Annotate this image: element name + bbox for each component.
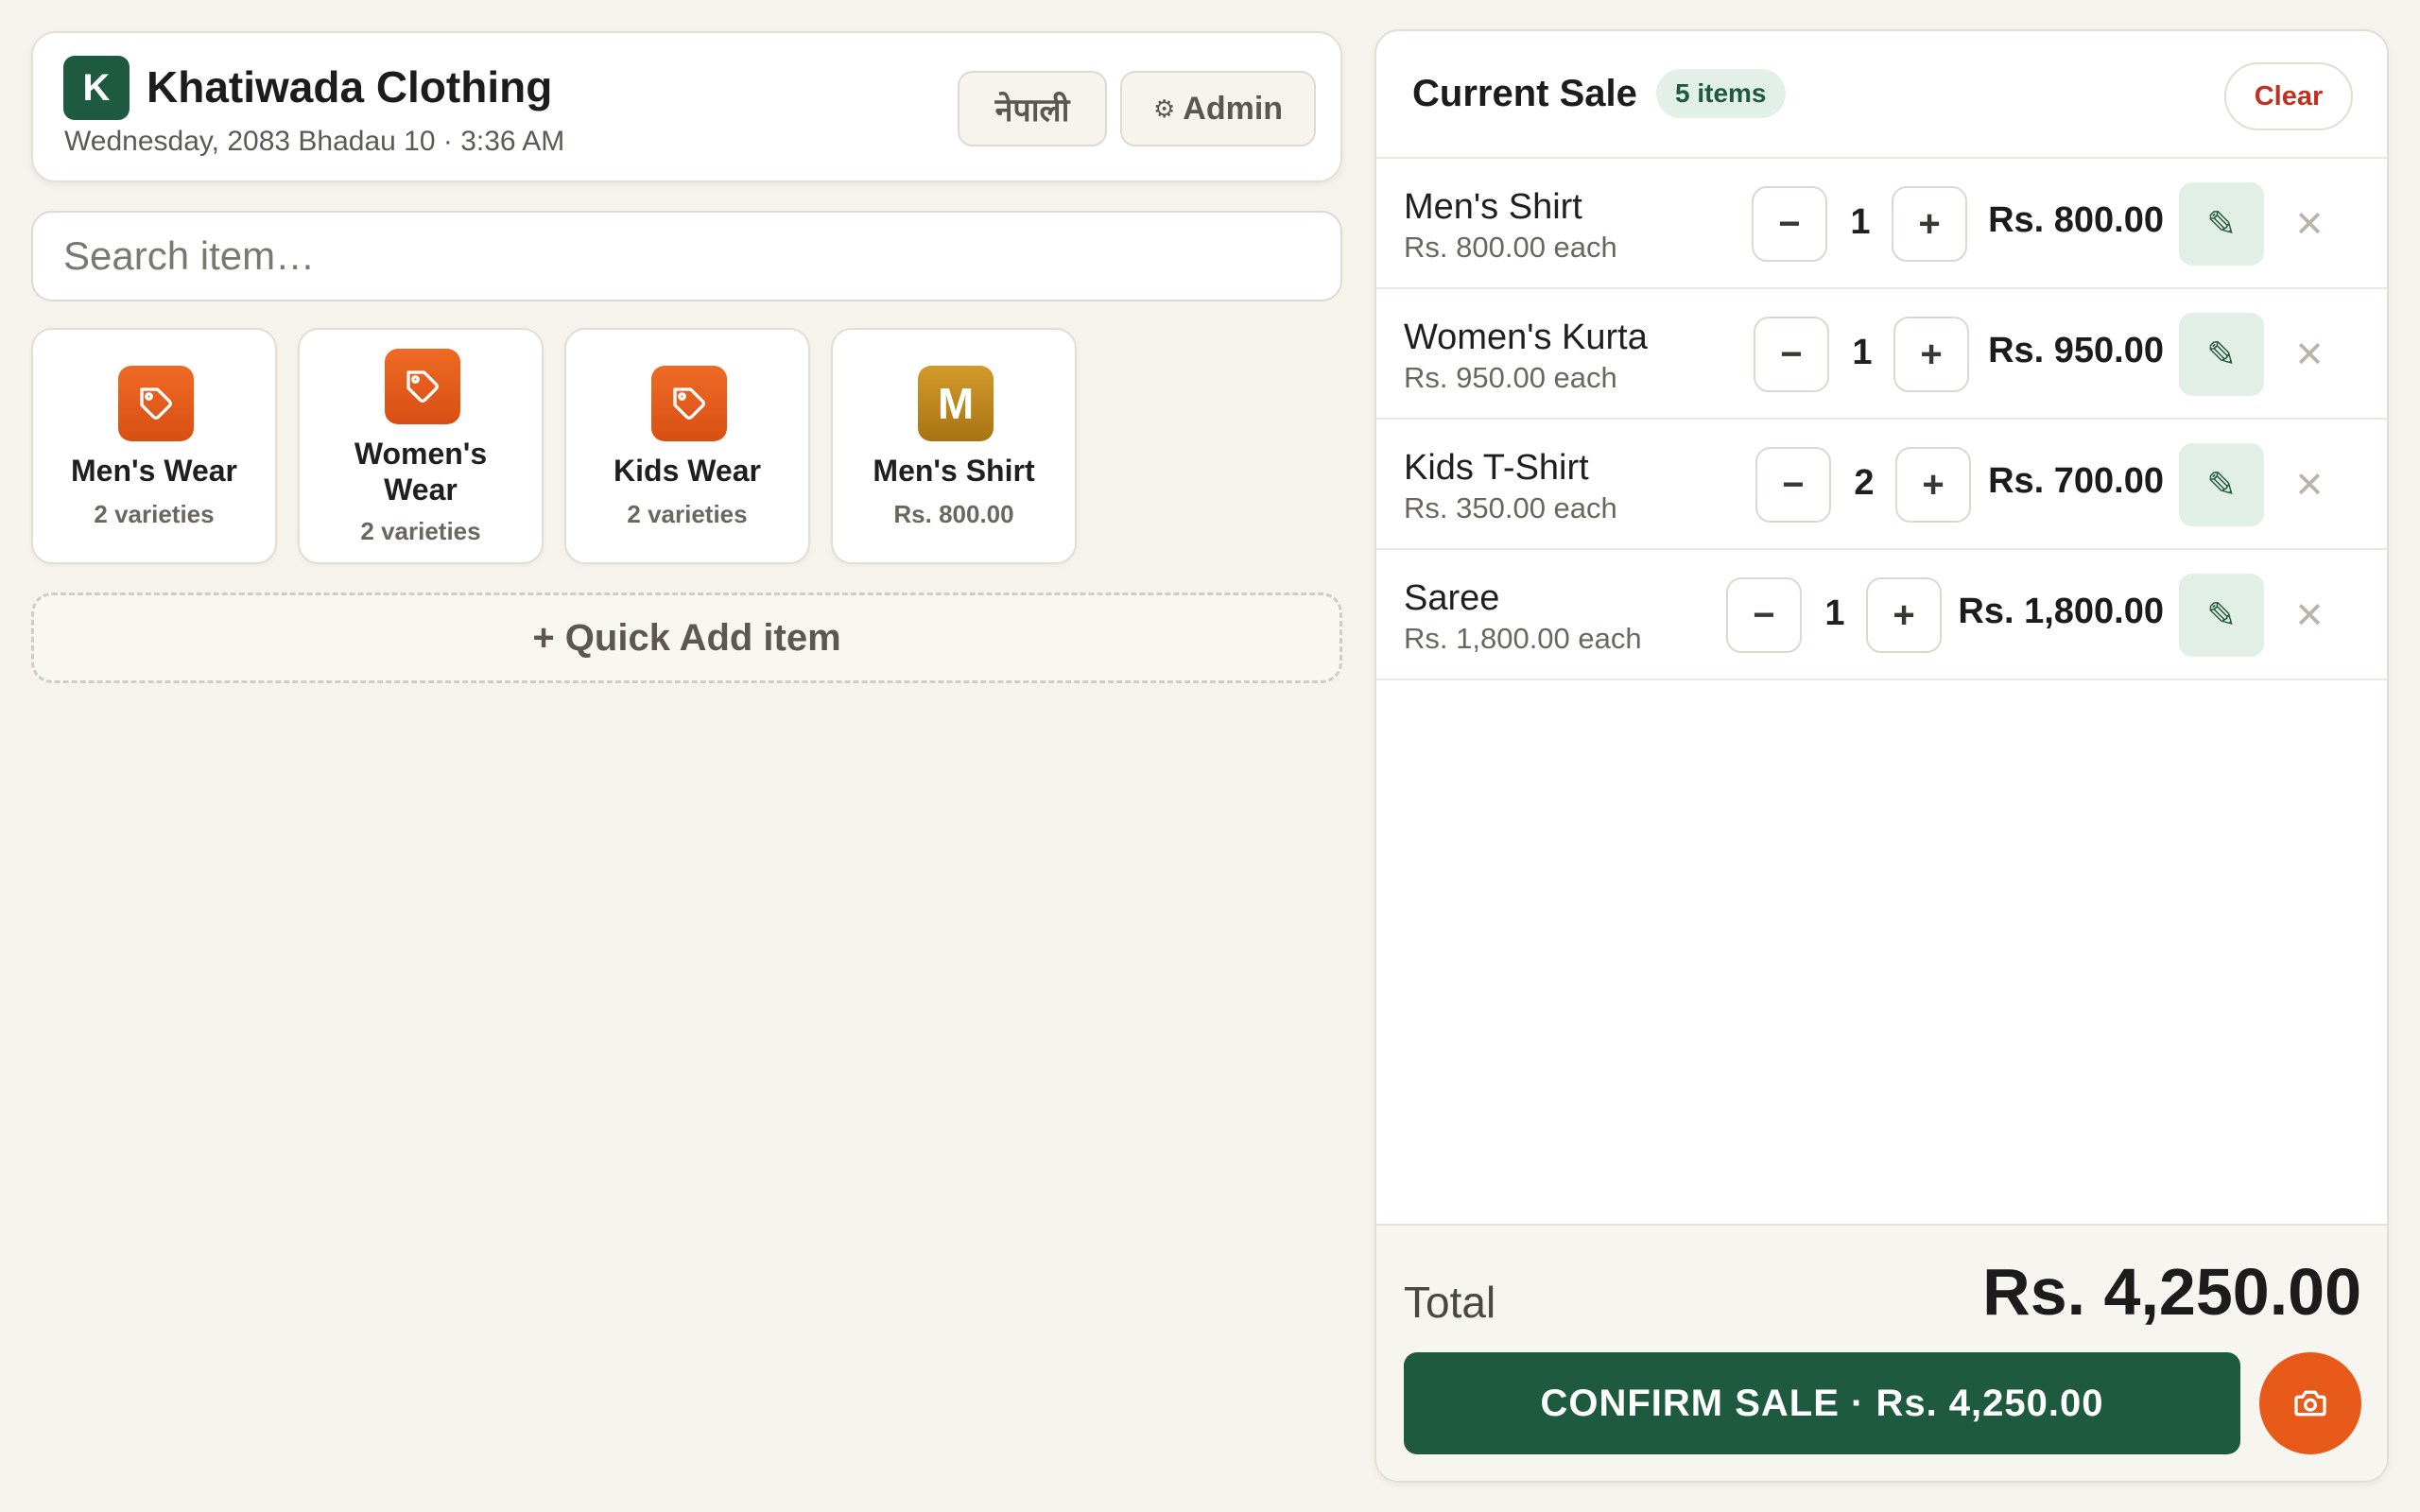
sale-header: Current Sale 5 items Clear: [1376, 31, 2387, 159]
category-tile-kids-wear[interactable]: Kids Wear 2 varieties: [564, 328, 810, 564]
total-value: Rs. 4,250.00: [1982, 1255, 2361, 1329]
tile-name: Men's Shirt: [873, 454, 1035, 488]
qty-value: 2: [1854, 463, 1875, 503]
row-unit-price: Rs. 350.00 each: [1404, 491, 1617, 524]
tile-subtitle: 2 varieties: [94, 500, 215, 528]
store-name: Khatiwada Clothing: [147, 62, 553, 112]
increase-qty-button[interactable]: +: [1866, 577, 1942, 653]
tile-subtitle: 2 varieties: [627, 500, 748, 528]
row-item-name: Women's Kurta: [1404, 318, 1648, 357]
remove-close-icon[interactable]: ✕: [2281, 196, 2338, 252]
items-count-badge: 5 items: [1656, 69, 1786, 118]
sale-row: Men's Shirt Rs. 800.00 each − 1 + Rs. 80…: [1376, 159, 2387, 289]
row-line-total: Rs. 950.00: [1988, 331, 2164, 370]
increase-qty-button[interactable]: +: [1893, 317, 1969, 392]
increase-qty-button[interactable]: +: [1892, 186, 1967, 262]
edit-pencil-icon[interactable]: ✎: [2179, 443, 2264, 526]
tile-subtitle: 2 varieties: [360, 517, 481, 545]
row-item-name: Kids T-Shirt: [1404, 448, 1589, 488]
item-grid: Men's Wear 2 varieties Women's Wear 2 va…: [31, 328, 1342, 566]
tile-name: Men's Wear: [71, 454, 237, 488]
sale-items-list: Men's Shirt Rs. 800.00 each − 1 + Rs. 80…: [1376, 159, 2387, 680]
row-item-name: Men's Shirt: [1404, 187, 1582, 227]
camera-button[interactable]: [2259, 1352, 2361, 1454]
qty-value: 1: [1824, 593, 1845, 633]
tag-icon: [118, 366, 194, 441]
row-line-total: Rs. 700.00: [1988, 461, 2164, 501]
edit-pencil-icon[interactable]: ✎: [2179, 182, 2264, 266]
qty-value: 1: [1850, 202, 1871, 242]
decrease-qty-button[interactable]: −: [1755, 447, 1831, 523]
tile-name: Kids Wear: [614, 454, 761, 488]
search-bar: [31, 211, 1342, 301]
sale-footer: Total Rs. 4,250.00 CONFIRM SALE · Rs. 4,…: [1376, 1224, 2387, 1481]
row-line-total: Rs. 800.00: [1988, 200, 2164, 240]
search-input[interactable]: [33, 213, 1340, 300]
category-tile-mens-wear[interactable]: Men's Wear 2 varieties: [31, 328, 277, 564]
date-time: Wednesday, 2083 Bhadau 10 · 3:36 AM: [64, 126, 565, 157]
store-header: K Khatiwada Clothing Wednesday, 2083 Bha…: [31, 31, 1342, 182]
remove-close-icon[interactable]: ✕: [2281, 456, 2338, 513]
sale-row: Saree Rs. 1,800.00 each − 1 + Rs. 1,800.…: [1376, 550, 2387, 680]
tile-price: Rs. 800.00: [893, 500, 1014, 528]
tag-icon: [651, 366, 727, 441]
row-unit-price: Rs. 950.00 each: [1404, 361, 1617, 394]
increase-qty-button[interactable]: +: [1895, 447, 1971, 523]
decrease-qty-button[interactable]: −: [1752, 186, 1827, 262]
total-label: Total: [1404, 1278, 1496, 1327]
qty-value: 1: [1852, 333, 1873, 372]
admin-button-label: Admin: [1183, 90, 1284, 127]
quick-add-button[interactable]: + Quick Add item: [31, 593, 1342, 683]
edit-pencil-icon[interactable]: ✎: [2179, 574, 2264, 657]
sale-row: Kids T-Shirt Rs. 350.00 each − 2 + Rs. 7…: [1376, 420, 2387, 550]
row-line-total: Rs. 1,800.00: [1958, 592, 2164, 631]
item-tile-mens-shirt[interactable]: M Men's Shirt Rs. 800.00: [831, 328, 1077, 564]
left-column: K Khatiwada Clothing Wednesday, 2083 Bha…: [31, 31, 1342, 683]
edit-pencil-icon[interactable]: ✎: [2179, 313, 2264, 396]
store-logo: K: [63, 56, 130, 120]
confirm-sale-button[interactable]: CONFIRM SALE · Rs. 4,250.00: [1404, 1352, 2240, 1454]
admin-button[interactable]: ⚙ Admin: [1120, 71, 1316, 146]
decrease-qty-button[interactable]: −: [1726, 577, 1802, 653]
language-toggle-button[interactable]: नेपाली: [958, 71, 1107, 146]
clear-sale-button[interactable]: Clear: [2224, 62, 2353, 130]
decrease-qty-button[interactable]: −: [1754, 317, 1829, 392]
row-unit-price: Rs. 800.00 each: [1404, 231, 1617, 264]
category-tile-womens-wear[interactable]: Women's Wear 2 varieties: [298, 328, 544, 564]
item-initial-icon: M: [918, 366, 994, 441]
row-unit-price: Rs. 1,800.00 each: [1404, 622, 1642, 655]
tag-icon: [385, 349, 460, 424]
remove-close-icon[interactable]: ✕: [2281, 587, 2338, 644]
sale-title: Current Sale: [1412, 73, 1637, 114]
remove-close-icon[interactable]: ✕: [2281, 326, 2338, 383]
camera-icon: [2294, 1390, 2326, 1417]
current-sale-panel: Current Sale 5 items Clear Men's Shirt R…: [1374, 29, 2389, 1483]
tile-name: Women's Wear: [354, 437, 488, 507]
gear-icon: ⚙: [1152, 94, 1176, 123]
sale-row: Women's Kurta Rs. 950.00 each − 1 + Rs. …: [1376, 289, 2387, 420]
row-item-name: Saree: [1404, 578, 1500, 618]
